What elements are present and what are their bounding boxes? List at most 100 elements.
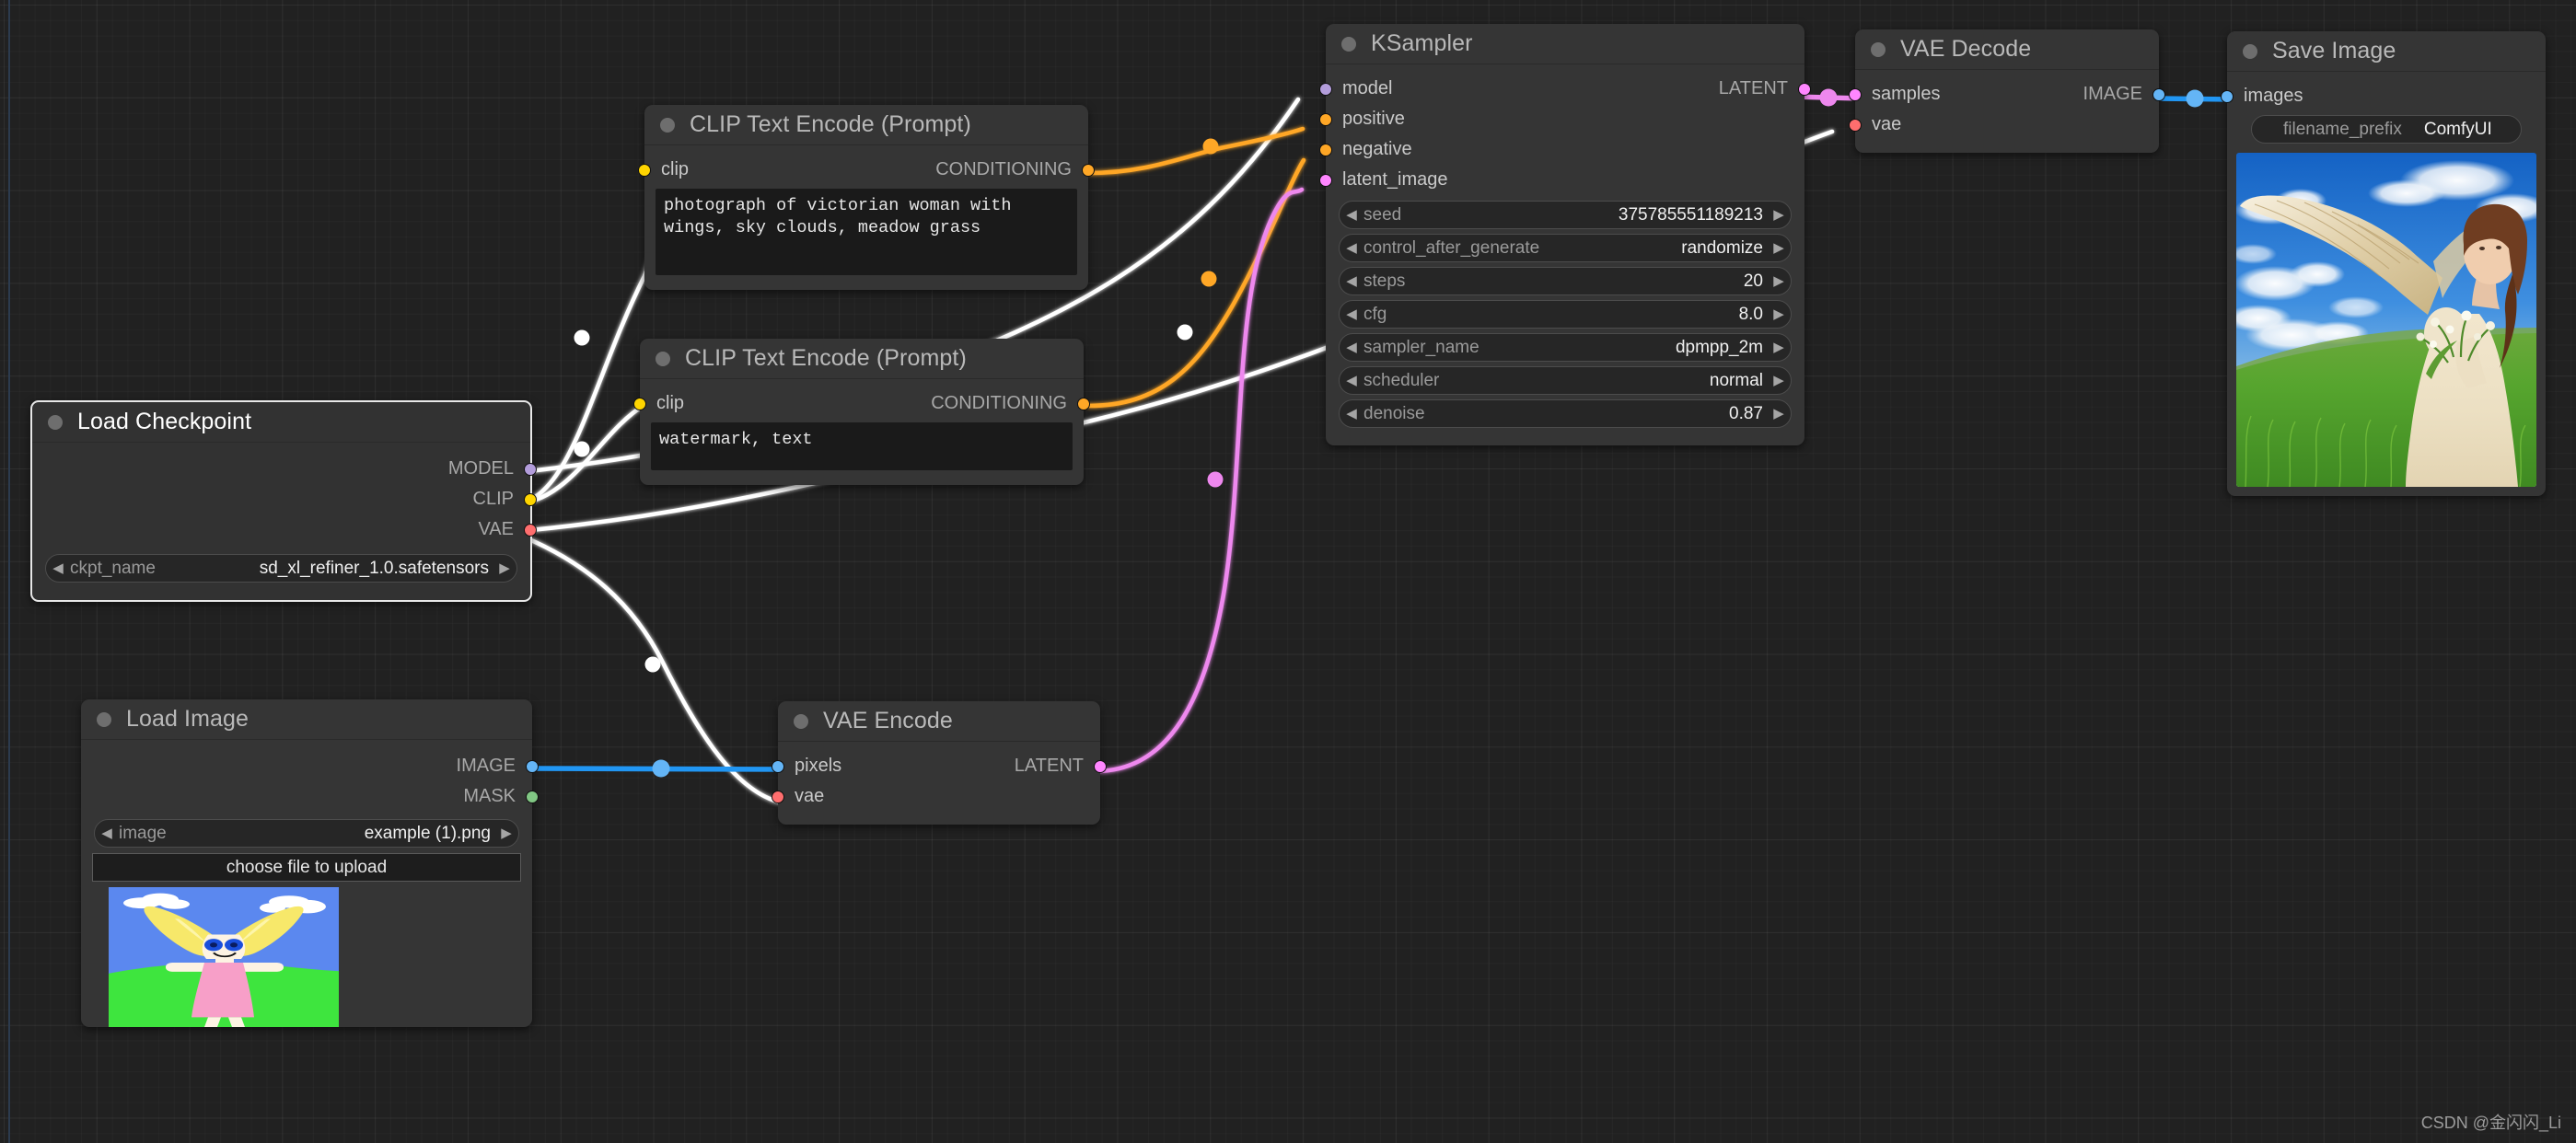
output-dot-clip-icon[interactable] — [524, 492, 537, 506]
widget-denoise[interactable]: ◀ denoise 0.87 ▶ — [1339, 399, 1792, 428]
chevron-left-icon[interactable]: ◀ — [46, 561, 70, 575]
output-slot-mask[interactable]: MASK — [81, 781, 539, 812]
widget-control-after-generate[interactable]: ◀ control_after_generate randomize ▶ — [1339, 234, 1792, 262]
collapse-dot-icon[interactable] — [660, 117, 675, 133]
collapse-dot-icon[interactable] — [1341, 36, 1356, 52]
input-slot-positive[interactable]: positive — [1319, 104, 1804, 134]
output-slot-image[interactable]: IMAGE — [1855, 79, 2165, 110]
input-label-positive: positive — [1342, 109, 1405, 129]
choose-file-to-upload-button[interactable]: choose file to upload — [92, 853, 521, 882]
collapse-dot-icon[interactable] — [2243, 43, 2257, 59]
output-slot-image[interactable]: IMAGE — [81, 751, 539, 781]
output-dot-latent-icon[interactable] — [1094, 759, 1107, 773]
output-slot-conditioning[interactable]: CONDITIONING — [640, 388, 1090, 419]
input-label-vae: vae — [1872, 114, 1902, 134]
input-slot-images[interactable]: images — [2221, 81, 2546, 111]
widget-label-sampler-name: sampler_name — [1363, 337, 1479, 357]
widget-ckpt-name[interactable]: ◀ ckpt_name sd_xl_refiner_1.0.safetensor… — [45, 554, 517, 583]
output-dot-image-icon[interactable] — [526, 759, 539, 773]
collapse-dot-icon[interactable] — [97, 711, 111, 727]
output-label-vae: VAE — [478, 519, 514, 539]
input-slot-vae[interactable]: vae — [772, 781, 1100, 812]
widget-filename-prefix[interactable]: filename_prefix ComfyUI — [2251, 115, 2522, 144]
input-dot-vae-icon[interactable] — [772, 790, 784, 803]
output-label-image: IMAGE — [2083, 84, 2142, 104]
input-dot-images-icon[interactable] — [2221, 89, 2234, 103]
chevron-left-icon[interactable]: ◀ — [1340, 208, 1363, 222]
node-title-bar[interactable]: Load Image — [81, 699, 532, 740]
input-dot-vae-icon[interactable] — [1849, 118, 1862, 132]
node-title-bar[interactable]: VAE Decode — [1855, 29, 2159, 70]
node-title-bar[interactable]: Load Checkpoint — [32, 402, 530, 443]
chevron-right-icon[interactable]: ▶ — [1767, 307, 1791, 321]
chevron-right-icon[interactable]: ▶ — [1767, 208, 1791, 222]
widget-scheduler[interactable]: ◀ scheduler normal ▶ — [1339, 366, 1792, 395]
output-dot-image-icon[interactable] — [2152, 87, 2165, 101]
widget-sampler-name[interactable]: ◀ sampler_name dpmpp_2m ▶ — [1339, 333, 1792, 362]
node-load-image[interactable]: Load Image IMAGE MASK ◀ image example (1… — [81, 699, 539, 1027]
output-slot-latent[interactable]: LATENT — [1326, 74, 1811, 104]
chevron-right-icon[interactable]: ▶ — [1767, 274, 1791, 288]
node-title-bar[interactable]: CLIP Text Encode (Prompt) — [640, 339, 1084, 379]
node-clip-text-encode-positive[interactable]: CLIP Text Encode (Prompt) clip CONDITION… — [638, 105, 1095, 290]
output-dot-conditioning-icon[interactable] — [1082, 163, 1095, 177]
output-slot-vae[interactable]: VAE — [32, 514, 537, 545]
chevron-right-icon[interactable]: ▶ — [1767, 341, 1791, 354]
node-ksampler[interactable]: KSampler model LATENT positive negative — [1319, 24, 1811, 445]
node-title-bar[interactable]: VAE Encode — [778, 701, 1100, 742]
chevron-right-icon[interactable]: ▶ — [1767, 374, 1791, 387]
node-load-checkpoint[interactable]: Load Checkpoint MODEL CLIP VAE ◀ ckpt_na… — [30, 400, 537, 602]
collapse-dot-icon[interactable] — [794, 713, 808, 729]
output-dot-conditioning-icon[interactable] — [1077, 397, 1090, 410]
node-save-image[interactable]: Save Image images filename_prefix ComfyU… — [2221, 31, 2546, 496]
widget-value-image: example (1).png — [364, 823, 491, 843]
output-dot-model-icon[interactable] — [524, 462, 537, 476]
wire-dot — [574, 441, 590, 457]
widget-image[interactable]: ◀ image example (1).png ▶ — [94, 819, 519, 848]
node-title-bar[interactable]: CLIP Text Encode (Prompt) — [644, 105, 1088, 145]
load-image-preview[interactable] — [109, 887, 505, 1027]
output-dot-latent-icon[interactable] — [1798, 82, 1811, 96]
widget-seed[interactable]: ◀ seed 375785551189213 ▶ — [1339, 201, 1792, 229]
chevron-left-icon[interactable]: ◀ — [1340, 341, 1363, 354]
prompt-textarea-positive[interactable]: photograph of victorian woman with wings… — [656, 189, 1077, 275]
chevron-left-icon[interactable]: ◀ — [95, 826, 119, 840]
graph-canvas[interactable]: Load Checkpoint MODEL CLIP VAE ◀ ckpt_na… — [0, 0, 2576, 1143]
output-slot-model[interactable]: MODEL — [32, 454, 537, 484]
chevron-left-icon[interactable]: ◀ — [1340, 241, 1363, 255]
input-dot-positive-icon[interactable] — [1319, 112, 1332, 126]
output-slot-conditioning[interactable]: CONDITIONING — [644, 155, 1095, 185]
output-dot-mask-icon[interactable] — [526, 790, 539, 803]
input-slot-vae[interactable]: vae — [1849, 110, 2159, 140]
chevron-right-icon[interactable]: ▶ — [494, 826, 518, 840]
chevron-right-icon[interactable]: ▶ — [1767, 241, 1791, 255]
node-vae-encode[interactable]: VAE Encode pixels LATENT vae — [772, 701, 1107, 825]
widget-cfg[interactable]: ◀ cfg 8.0 ▶ — [1339, 300, 1792, 329]
chevron-right-icon[interactable]: ▶ — [493, 561, 516, 575]
input-dot-latent-image-icon[interactable] — [1319, 173, 1332, 187]
widget-steps[interactable]: ◀ steps 20 ▶ — [1339, 267, 1792, 295]
node-vae-decode[interactable]: VAE Decode samples IMAGE vae — [1849, 29, 2165, 153]
save-image-preview[interactable] — [2236, 153, 2536, 487]
chevron-left-icon[interactable]: ◀ — [1340, 374, 1363, 387]
chevron-left-icon[interactable]: ◀ — [1340, 274, 1363, 288]
output-slot-clip[interactable]: CLIP — [32, 484, 537, 514]
input-dot-negative-icon[interactable] — [1319, 143, 1332, 156]
output-label-conditioning: CONDITIONING — [935, 159, 1072, 179]
canvas-left-edge-marker — [8, 0, 10, 1143]
node-clip-text-encode-negative[interactable]: CLIP Text Encode (Prompt) clip CONDITION… — [633, 339, 1090, 485]
widget-value-scheduler: normal — [1709, 370, 1763, 390]
collapse-dot-icon[interactable] — [656, 351, 670, 366]
node-title-bar[interactable]: Save Image — [2227, 31, 2546, 72]
chevron-left-icon[interactable]: ◀ — [1340, 407, 1363, 421]
output-dot-vae-icon[interactable] — [524, 523, 537, 537]
node-title-bar[interactable]: KSampler — [1326, 24, 1804, 64]
input-slot-negative[interactable]: negative — [1319, 134, 1804, 165]
input-slot-latent-image[interactable]: latent_image — [1319, 165, 1804, 195]
chevron-left-icon[interactable]: ◀ — [1340, 307, 1363, 321]
collapse-dot-icon[interactable] — [48, 414, 63, 430]
prompt-textarea-negative[interactable]: watermark, text — [651, 422, 1073, 470]
collapse-dot-icon[interactable] — [1871, 41, 1886, 57]
chevron-right-icon[interactable]: ▶ — [1767, 407, 1791, 421]
output-slot-latent[interactable]: LATENT — [778, 751, 1107, 781]
